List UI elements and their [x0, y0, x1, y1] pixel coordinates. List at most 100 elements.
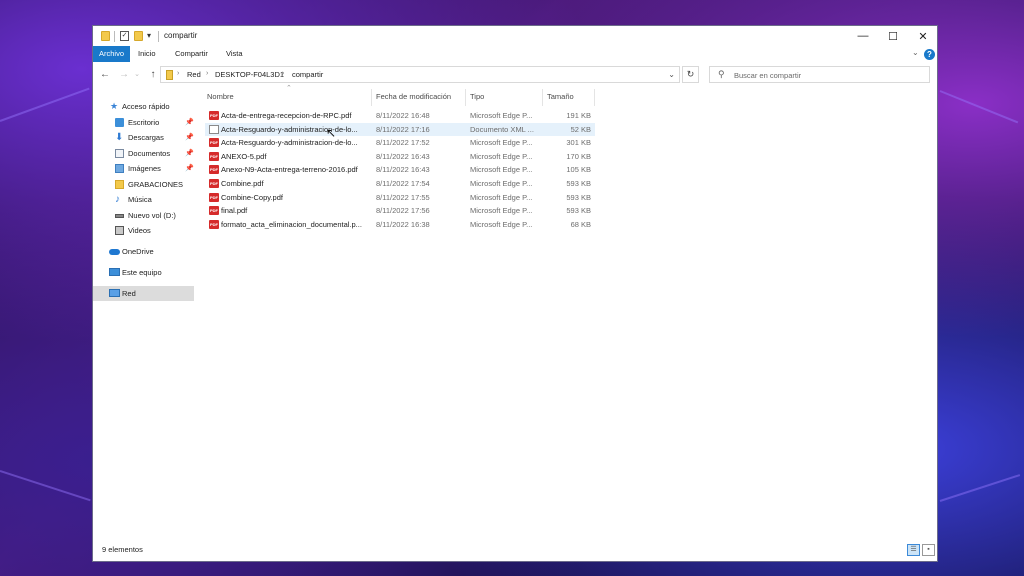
back-button[interactable]: ← [98, 67, 112, 82]
divider [542, 89, 543, 106]
pdf-file-icon: PDF [209, 219, 219, 229]
file-row[interactable]: PDF Anexo-N9-Acta-entrega-terreno-2016.pd… [205, 163, 595, 177]
nav-item-escritorio[interactable]: Escritorio 📌 [93, 115, 194, 130]
file-type: Microsoft Edge P... [470, 179, 533, 188]
column-header-type[interactable]: Tipo [470, 87, 484, 107]
file-row[interactable]: PDF Acta-de-entrega-recepcion-de-RPC.pdf 8… [205, 109, 595, 123]
drive-icon [115, 213, 124, 218]
file-type: Microsoft Edge P... [470, 219, 533, 229]
column-header-name[interactable]: Nombre [207, 87, 234, 107]
file-row[interactable]: Acta-Resguardo-y-administracion-de-lo...… [205, 122, 595, 137]
breadcrumb-separator: › [177, 70, 180, 77]
nav-red[interactable]: Red [93, 286, 194, 301]
pin-icon: 📌 [185, 134, 194, 141]
file-row[interactable]: PDF final.pdf 8/11/2022 17:56 Microsoft Edg… [205, 204, 595, 218]
properties-icon[interactable]: ✓ [120, 31, 129, 41]
nav-label: Documentos [128, 148, 171, 158]
file-row[interactable]: PDF ANEXO-5.pdf 8/11/2022 16:43 Microsoft E… [205, 150, 595, 164]
breadcrumb-compartir[interactable]: compartir [292, 70, 323, 79]
customize-toolbar-icon[interactable]: ▾ [147, 31, 151, 40]
nav-item-musica[interactable]: ♪ Música [93, 192, 194, 207]
search-icon: ⚲ [718, 69, 725, 79]
large-icons-view-icon[interactable]: ▪ [922, 544, 935, 556]
nav-item-videos[interactable]: Videos [93, 223, 194, 238]
refresh-button[interactable]: ↻ [682, 66, 699, 83]
nav-item-descargas[interactable]: ⬇ Descargas 📌 [93, 130, 194, 145]
file-name: Anexo-N9-Acta-entrega-terreno-2016.pdf [221, 165, 358, 175]
forward-button[interactable]: → [117, 67, 131, 82]
nav-este-equipo[interactable]: Este equipo [93, 265, 194, 280]
search-input[interactable] [732, 68, 926, 83]
column-header-size[interactable]: Tamaño [547, 87, 574, 107]
pdf-file-icon: PDF [209, 111, 219, 120]
mouse-cursor: ↖ [326, 126, 337, 140]
network-folder-icon [166, 70, 173, 80]
nav-label: Nuevo vol (D:) [128, 210, 176, 220]
divider [594, 89, 595, 106]
help-icon[interactable]: ? [924, 49, 935, 60]
file-name: Acta-Resguardo-y-administracion-de-lo... [221, 138, 358, 148]
address-bar[interactable]: › Red › DESKTOP-F04L3D1 › compartir ⌄ [160, 66, 680, 83]
minimize-button[interactable]: — [848, 26, 878, 46]
wallpaper-line [939, 474, 1021, 502]
breadcrumb-separator: › [206, 70, 209, 77]
tab-compartir[interactable]: Compartir [169, 46, 214, 62]
nav-item-imagenes[interactable]: Imágenes 📌 [93, 161, 194, 176]
nav-item-nuevo-vol[interactable]: Nuevo vol (D:) [93, 208, 194, 223]
nav-label: Acceso rápido [122, 102, 170, 111]
file-type: Microsoft Edge P... [470, 165, 533, 175]
videos-icon [115, 226, 124, 235]
file-type: Microsoft Edge P... [470, 138, 533, 148]
file-date: 8/11/2022 17:52 [376, 138, 430, 148]
search-box[interactable]: ⚲ [709, 66, 930, 83]
file-name: formato_acta_eliminacion_documental.p... [221, 219, 362, 229]
nav-item-grabaciones[interactable]: GRABACIONES [93, 177, 194, 192]
file-type: Microsoft Edge P... [470, 111, 533, 120]
close-button[interactable]: ✕ [908, 26, 938, 46]
maximize-button[interactable]: ☐ [878, 26, 908, 46]
tab-inicio[interactable]: Inicio [132, 46, 162, 62]
tab-archivo[interactable]: Archivo [93, 46, 131, 62]
expand-ribbon-icon[interactable]: ⌄ [912, 48, 919, 57]
folder-icon [115, 179, 124, 189]
pin-icon: 📌 [185, 118, 194, 126]
nav-onedrive[interactable]: OneDrive [93, 244, 194, 259]
pdf-file-icon: PDF [209, 151, 219, 161]
nav-item-documentos[interactable]: Documentos 📌 [93, 146, 194, 161]
wallpaper-line [939, 90, 1019, 124]
nav-quick-access[interactable]: ★ Acceso rápido [93, 99, 194, 114]
computer-icon [109, 268, 120, 276]
title-bar: ✓ ▾ compartir — ☐ ✕ [93, 26, 937, 46]
file-row[interactable]: PDF Acta-Resguardo-y-administracion-de-lo… [205, 136, 595, 150]
file-date: 8/11/2022 16:38 [376, 219, 430, 229]
file-row[interactable]: PDF Combine.pdf 8/11/2022 17:54 Microsoft E… [205, 177, 595, 191]
breadcrumb-red[interactable]: Red [187, 70, 201, 79]
pdf-file-icon: PDF [209, 138, 219, 148]
chevron-down-icon[interactable]: ⌄ [668, 70, 675, 79]
details-view-icon[interactable]: ☰ [907, 544, 920, 556]
tab-vista[interactable]: Vista [220, 46, 249, 62]
file-type: Microsoft Edge P... [470, 192, 533, 202]
file-date: 8/11/2022 17:54 [376, 179, 430, 188]
file-date: 8/11/2022 17:55 [376, 192, 430, 202]
file-date: 8/11/2022 17:16 [376, 124, 430, 134]
file-size: 170 KB [566, 151, 591, 161]
file-size: 301 KB [566, 138, 591, 148]
nav-label: Música [128, 195, 152, 204]
pdf-file-icon: PDF [209, 192, 219, 202]
pin-icon: 📌 [185, 149, 194, 157]
recent-locations-icon[interactable]: ⌄ [130, 67, 144, 82]
column-header-date[interactable]: Fecha de modificación [376, 87, 451, 107]
sort-ascending-icon: ⌃ [286, 85, 292, 92]
breadcrumb-desktop[interactable]: DESKTOP-F04L3D1 [215, 70, 284, 79]
file-size: 593 KB [566, 192, 591, 202]
up-button[interactable]: ↑ [146, 67, 160, 82]
cloud-icon [109, 249, 120, 255]
file-row[interactable]: PDF Combine-Copy.pdf 8/11/2022 17:55 Micros… [205, 191, 595, 205]
new-folder-icon[interactable] [134, 31, 143, 41]
address-toolbar: ← → ⌄ ↑ › Red › DESKTOP-F04L3D1 › compar… [93, 66, 937, 84]
file-date: 8/11/2022 16:48 [376, 111, 430, 120]
file-row[interactable]: PDF formato_acta_eliminacion_documental.p… [205, 218, 595, 232]
file-name: Acta-de-entrega-recepcion-de-RPC.pdf [221, 111, 352, 120]
nav-label: Descargas [128, 133, 164, 142]
